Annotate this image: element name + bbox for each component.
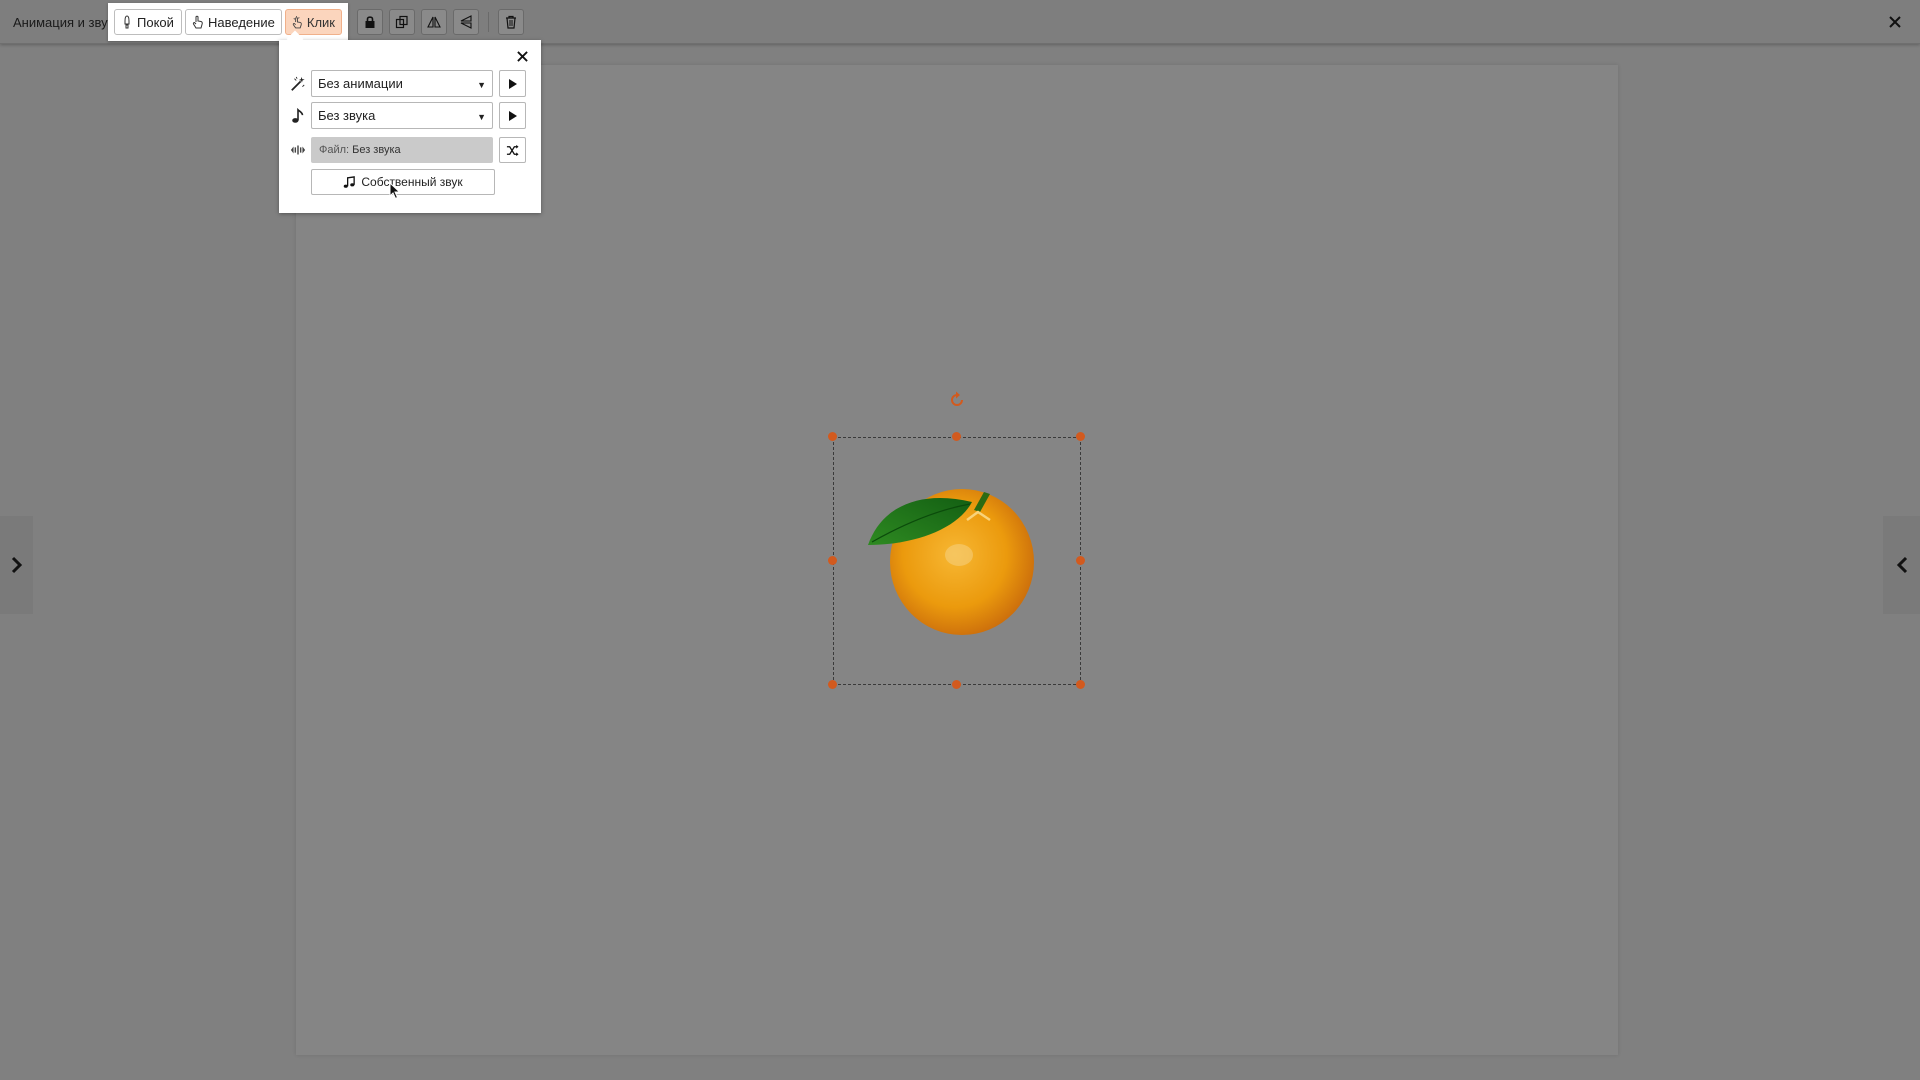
duplicate-button[interactable] (389, 9, 415, 35)
toolbar-divider (488, 12, 489, 32)
idle-icon (124, 15, 130, 29)
play-sound-button[interactable] (499, 102, 526, 129)
state-button-group: Покой Наведение Клик (108, 3, 348, 41)
resize-handle-top-right[interactable] (1076, 432, 1085, 441)
resize-handle-top[interactable] (952, 432, 961, 441)
animation-select[interactable]: Без анимации ▼ (311, 70, 493, 97)
resize-handle-bottom-left[interactable] (828, 680, 837, 689)
delete-button[interactable] (498, 9, 524, 35)
music-notes-icon (344, 175, 356, 188)
sound-file-field: Файл: Без звука (311, 137, 493, 163)
close-editor-button[interactable] (1885, 12, 1905, 32)
state-idle-button[interactable]: Покой (114, 9, 182, 35)
toolbar-title: Анимация и звук (13, 15, 109, 30)
custom-sound-button[interactable]: Собственный звук (311, 169, 495, 195)
file-name-value: Без звука (352, 144, 401, 156)
click-icon (292, 16, 302, 29)
close-icon (1889, 16, 1901, 28)
state-idle-label: Покой (137, 14, 174, 30)
flip-vertical-button[interactable] (453, 9, 479, 35)
lock-icon (365, 16, 375, 28)
shuffle-sound-button[interactable] (499, 137, 526, 163)
sound-select-value: Без звука (318, 108, 376, 123)
resize-handle-top-left[interactable] (828, 432, 837, 441)
resize-handle-left[interactable] (828, 556, 837, 565)
selection-box[interactable] (833, 437, 1081, 685)
magic-wand-icon (289, 75, 307, 93)
state-click-label: Клик (306, 14, 335, 30)
hand-pointer-icon (192, 15, 203, 29)
music-note-icon (289, 107, 307, 125)
dropdown-arrow-icon: ▼ (477, 80, 486, 90)
trash-icon (506, 15, 516, 29)
state-hover-button[interactable]: Наведение (185, 9, 282, 35)
file-prefix-label: Файл: (319, 144, 350, 156)
shuffle-icon (506, 144, 519, 156)
rotate-icon[interactable] (947, 390, 967, 410)
resize-handle-bottom-right[interactable] (1076, 680, 1085, 689)
flip-horizontal-button[interactable] (421, 9, 447, 35)
expand-left-panel-button[interactable] (0, 516, 33, 614)
resize-handle-right[interactable] (1076, 556, 1085, 565)
play-icon (508, 110, 517, 121)
animation-sound-popup: Без анимации ▼ Без звука ▼ Файл: Без зву… (279, 30, 541, 213)
duplicate-icon (395, 15, 408, 29)
sound-select[interactable]: Без звука ▼ (311, 102, 493, 129)
flip-vertical-icon (460, 15, 472, 29)
popup-close-button[interactable] (513, 47, 531, 65)
state-hover-label: Наведение (208, 14, 275, 30)
play-icon (508, 78, 517, 89)
chevron-left-icon (1896, 556, 1907, 574)
expand-right-panel-button[interactable] (1883, 516, 1920, 614)
close-icon (516, 50, 528, 62)
chevron-right-icon (11, 556, 22, 574)
flip-horizontal-icon (427, 16, 441, 28)
dropdown-arrow-icon: ▼ (477, 112, 486, 122)
custom-sound-label: Собственный звук (361, 175, 463, 189)
resize-handle-bottom[interactable] (952, 680, 961, 689)
play-animation-button[interactable] (499, 70, 526, 97)
audio-wave-icon (289, 141, 307, 159)
animation-select-value: Без анимации (318, 76, 403, 91)
lock-button[interactable] (357, 9, 383, 35)
